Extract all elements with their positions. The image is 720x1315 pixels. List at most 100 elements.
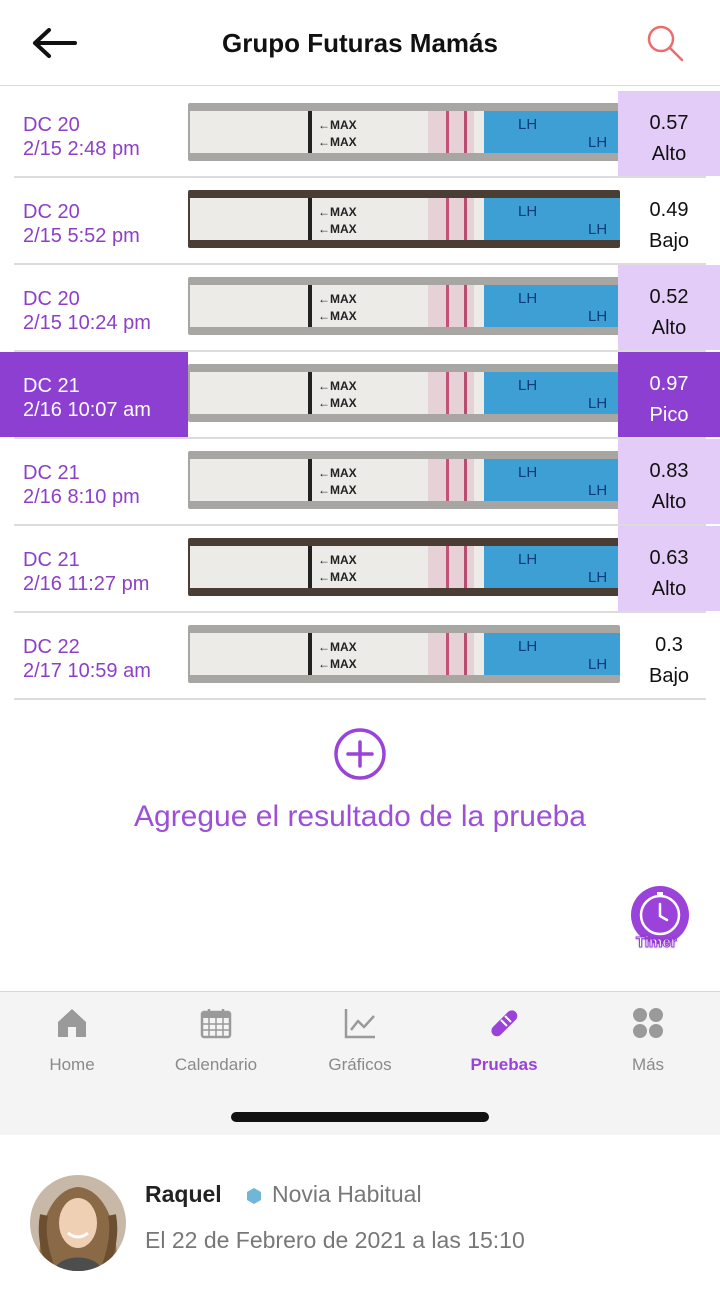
cycle-day-label: DC 21 (23, 375, 80, 397)
strip-max-mark: ←MAX (318, 553, 357, 567)
test-row[interactable]: DC 21 2/16 8:10 pm ←MAX ←MAX LH LH 0.83 Alto (14, 439, 720, 526)
strip-lh-mark: LH (588, 482, 607, 499)
strip-max-mark: ←MAX (318, 118, 357, 132)
test-strip-icon (491, 1010, 518, 1037)
lh-ratio-value: 0.97 (649, 373, 689, 395)
test-datetime: 2/17 10:59 am (23, 660, 151, 682)
cycle-day-label: DC 21 (23, 549, 80, 571)
test-value-cell: 0.49 Bajo (618, 178, 720, 263)
strip-lh-mark: LH (588, 656, 607, 673)
test-date-cell: DC 20 2/15 5:52 pm (0, 178, 188, 263)
strip-lh-mark: LH (518, 377, 537, 394)
test-value-cell: 0.83 Alto (618, 439, 720, 524)
comment-date: El 22 de Febrero de 2021 a las 15:10 (145, 1227, 525, 1253)
lh-ratio-value: 0.52 (649, 286, 689, 308)
strip-lh-mark: LH (588, 221, 607, 238)
nav-more[interactable]: Más (576, 1006, 720, 1076)
strip-lh-mark: LH (518, 116, 537, 133)
test-strip-photo[interactable]: ←MAX ←MAX LH LH (188, 190, 620, 248)
test-date-cell: DC 22 2/17 10:59 am (0, 613, 188, 698)
strip-max-mark: ←MAX (318, 657, 357, 671)
home-indicator (231, 1112, 489, 1122)
lh-level-label: Pico (649, 404, 689, 426)
hexagon-badge-icon (247, 1188, 261, 1204)
strip-max-mark: ←MAX (318, 309, 357, 323)
test-date-cell: DC 20 2/15 10:24 pm (0, 265, 188, 350)
test-strip-photo[interactable]: ←MAX ←MAX LH LH (188, 277, 620, 335)
nav-calendar[interactable]: Calendario (144, 1006, 288, 1076)
home-icon (58, 1009, 86, 1037)
strip-max-mark: ←MAX (318, 379, 357, 393)
test-row[interactable]: DC 20 2/15 5:52 pm ←MAX ←MAX LH LH 0.49 Bajo (14, 178, 706, 265)
strip-max-mark: ←MAX (318, 570, 357, 584)
test-row[interactable]: DC 21 2/16 10:07 am ←MAX ←MAX LH LH 0.97 Pico (0, 352, 720, 439)
app-header: Grupo Futuras Mamás (0, 0, 720, 86)
test-value-cell: 0.57 Alto (618, 91, 720, 176)
strip-max-mark: ←MAX (318, 292, 357, 306)
strip-max-mark: ←MAX (318, 205, 357, 219)
strip-lh-mark: LH (518, 290, 537, 307)
test-date-cell: DC 21 2/16 10:07 am (0, 352, 188, 437)
strip-lh-mark: LH (518, 638, 537, 655)
test-strip-photo[interactable]: ←MAX ←MAX LH LH (188, 538, 620, 596)
avatar[interactable] (30, 1175, 126, 1271)
test-datetime: 2/16 10:07 am (23, 399, 151, 421)
lh-level-label: Alto (651, 317, 687, 339)
test-datetime: 2/15 10:24 pm (23, 312, 151, 334)
cycle-day-label: DC 20 (23, 288, 80, 310)
lh-ratio-value: 0.49 (649, 199, 689, 221)
nav-charts-label: Gráficos (328, 1055, 392, 1074)
strip-max-mark: ←MAX (318, 222, 357, 236)
test-datetime: 2/15 5:52 pm (23, 225, 140, 247)
comment-author[interactable]: Raquel (145, 1181, 222, 1208)
user-badge: Novia Habitual (272, 1181, 422, 1207)
test-strip-photo[interactable]: ←MAX ←MAX LH LH (188, 451, 620, 509)
strip-lh-mark: LH (518, 551, 537, 568)
avatar-image (30, 1175, 126, 1271)
strip-max-mark: ←MAX (318, 396, 357, 410)
more-grid-icon (633, 1008, 663, 1038)
test-results-list: DC 20 2/15 2:48 pm ←MAX ←MAX LH LH 0.57 Alto DC … (0, 91, 720, 700)
nav-home-label: Home (49, 1055, 95, 1074)
test-strip-photo[interactable]: ←MAX ←MAX LH LH (188, 103, 620, 161)
lh-ratio-value: 0.83 (649, 460, 689, 482)
lh-ratio-value: 0.3 (655, 634, 683, 656)
chart-icon (344, 1009, 375, 1039)
test-date-cell: DC 20 2/15 2:48 pm (0, 91, 188, 176)
test-row[interactable]: DC 20 2/15 2:48 pm ←MAX ←MAX LH LH 0.57 Alto (14, 91, 720, 178)
strip-max-mark: ←MAX (318, 640, 357, 654)
strip-lh-mark: LH (588, 134, 607, 151)
nav-tests[interactable]: Pruebas (432, 1006, 576, 1076)
nav-tests-label: Pruebas (470, 1055, 538, 1074)
test-datetime: 2/15 2:48 pm (23, 138, 140, 160)
cycle-day-label: DC 20 (23, 114, 80, 136)
test-row[interactable]: DC 22 2/17 10:59 am ←MAX ←MAX LH LH 0.3 Bajo (14, 613, 706, 700)
lh-level-label: Alto (651, 491, 687, 513)
strip-lh-mark: LH (588, 395, 607, 412)
nav-charts[interactable]: Gráficos (288, 1006, 432, 1076)
nav-calendar-label: Calendario (174, 1055, 258, 1074)
strip-lh-mark: LH (588, 308, 607, 325)
cycle-day-label: DC 20 (23, 201, 80, 223)
test-strip-photo[interactable]: ←MAX ←MAX LH LH (188, 364, 620, 422)
test-value-cell: 0.63 Alto (618, 526, 720, 611)
add-test-result-link[interactable]: Agregue el resultado de la prueba (0, 800, 720, 834)
test-row[interactable]: DC 20 2/15 10:24 pm ←MAX ←MAX LH LH 0.52 Alto (14, 265, 720, 352)
search-button[interactable] (640, 18, 690, 68)
lh-level-label: Bajo (648, 230, 690, 252)
timer-label: Timer (636, 934, 678, 952)
test-value-cell: 0.3 Bajo (618, 613, 720, 698)
test-date-cell: DC 21 2/16 8:10 pm (0, 439, 188, 524)
calendar-icon (200, 1009, 232, 1039)
strip-max-mark: ←MAX (318, 135, 357, 149)
lh-level-label: Alto (651, 143, 687, 165)
test-strip-photo[interactable]: ←MAX ←MAX LH LH (188, 625, 620, 683)
cycle-day-label: DC 22 (23, 636, 80, 658)
comment-header: Raquel Novia Habitual El 22 de Febrero d… (0, 1135, 720, 1315)
nav-more-label: Más (631, 1055, 665, 1074)
nav-home[interactable]: Home (0, 1006, 144, 1076)
plus-circle-icon[interactable] (333, 727, 387, 781)
strip-lh-mark: LH (588, 569, 607, 586)
test-row[interactable]: DC 21 2/16 11:27 pm ←MAX ←MAX LH LH 0.63 Alto (14, 526, 720, 613)
search-icon (647, 25, 684, 62)
